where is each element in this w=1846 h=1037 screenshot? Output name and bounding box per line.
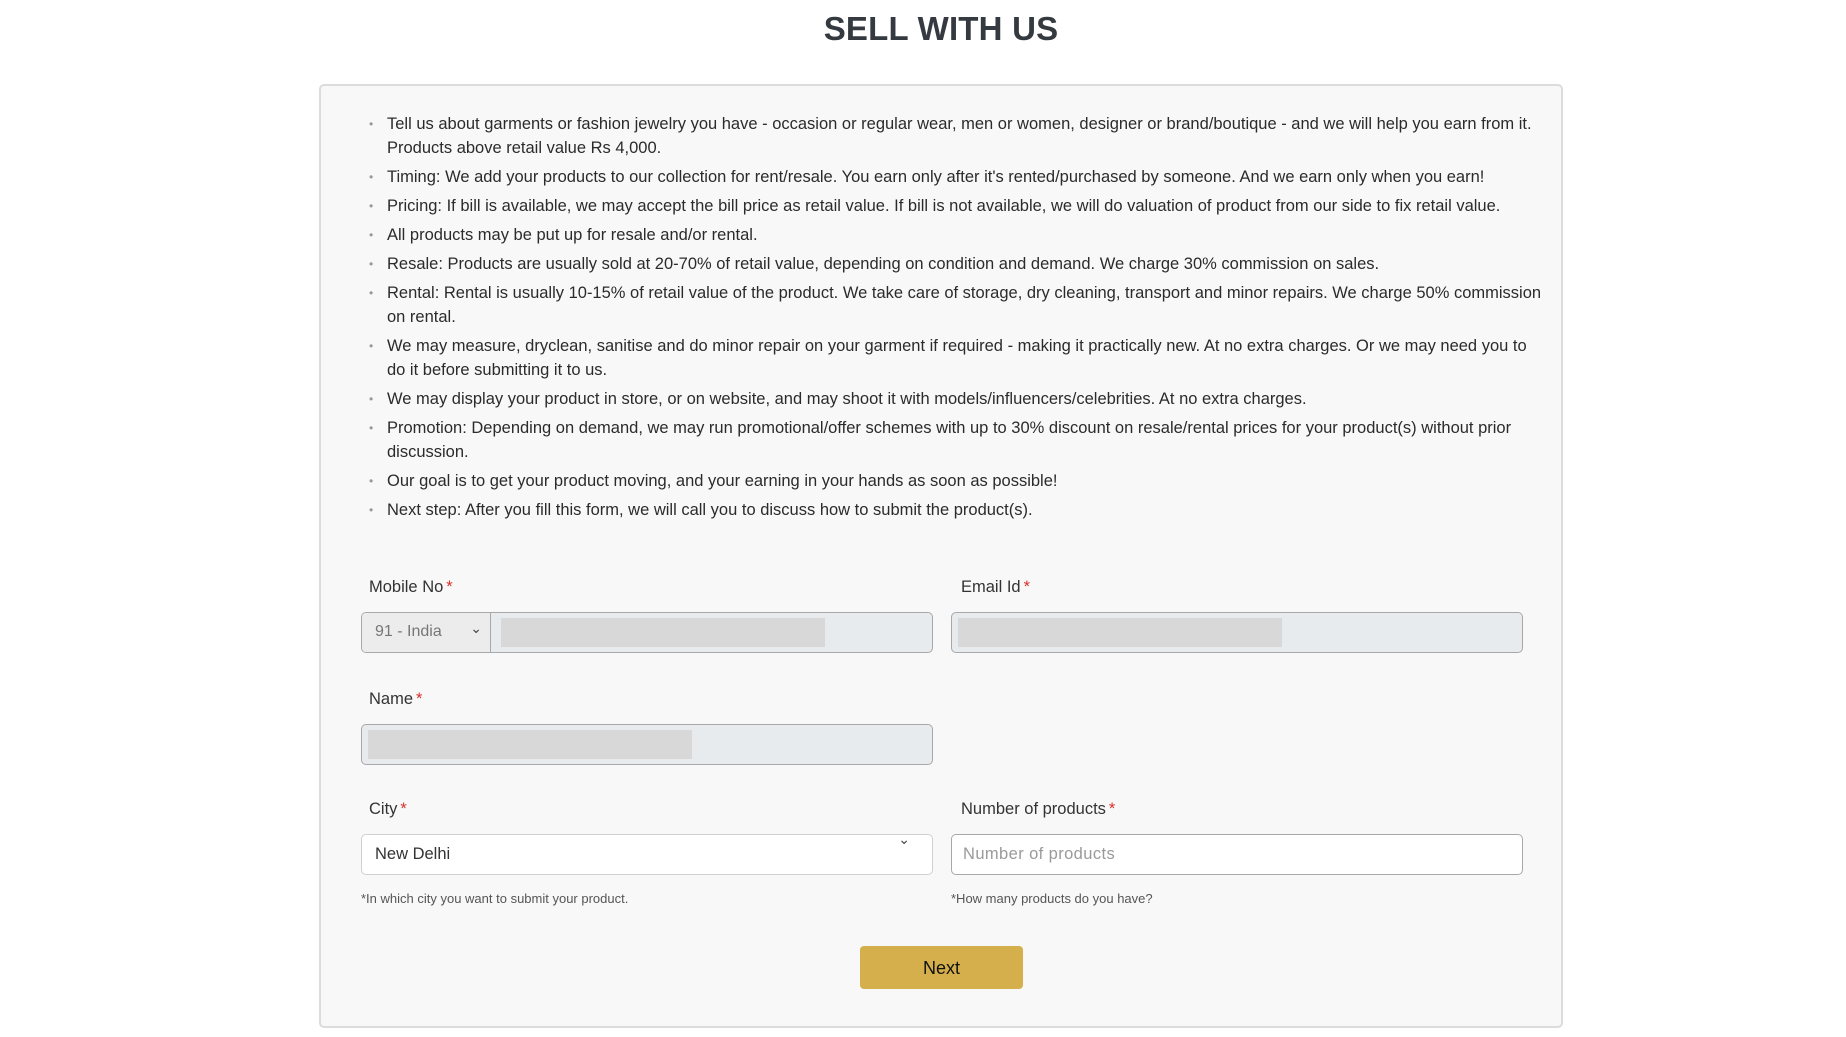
redacted-value (368, 730, 692, 759)
mobile-field: 91 - India ⌄ (361, 612, 933, 653)
email-label: Email Id * (961, 578, 1030, 597)
bullet-icon: • (369, 392, 374, 406)
info-text: We may measure, dryclean, sanitise and d… (387, 337, 1527, 379)
email-label-text: Email Id (961, 578, 1021, 596)
next-button[interactable]: Next (860, 946, 1023, 989)
info-list-item: • Promotion: Depending on demand, we may … (349, 416, 1549, 464)
info-text: Next step: After you fill this form, we … (387, 501, 1033, 519)
page-title: SELL WITH US (823, 10, 1059, 47)
products-input[interactable]: Number of products (951, 834, 1523, 875)
bullet-icon: • (369, 286, 374, 300)
country-code-select[interactable]: 91 - India ⌄ (362, 613, 491, 652)
mobile-label-text: Mobile No (369, 578, 444, 596)
info-list-item: • All products may be put up for resale a… (349, 223, 1549, 247)
name-label: Name * (369, 690, 422, 709)
bullet-icon: • (369, 339, 374, 353)
required-mark: * (446, 578, 453, 596)
info-text: Rental: Rental is usually 10-15% of reta… (387, 284, 1542, 326)
country-code-value: 91 - India (375, 623, 442, 640)
required-mark: * (400, 800, 407, 818)
info-list: • Tell us about garments or fashion jewel… (349, 112, 1549, 527)
bullet-icon: • (369, 117, 374, 131)
bullet-icon: • (369, 474, 374, 488)
info-text: Pricing: If bill is available, we may ac… (387, 197, 1501, 215)
products-label-text: Number of products (961, 800, 1106, 818)
info-text: We may display your product in store, or… (387, 390, 1307, 408)
sell-form-card: • Tell us about garments or fashion jewel… (319, 84, 1563, 1028)
info-list-item: • Resale: Products are usually sold at 20… (349, 252, 1549, 276)
city-select[interactable]: New Delhi ⌄ (361, 831, 933, 875)
info-text: Timing: We add your products to our coll… (387, 168, 1485, 186)
chevron-down-icon: ⌄ (898, 831, 910, 847)
bullet-icon: • (369, 503, 374, 517)
info-list-item: • Next step: After you fill this form, we… (349, 498, 1549, 522)
info-text: Our goal is to get your product moving, … (387, 472, 1058, 490)
info-text: Resale: Products are usually sold at 20-… (387, 255, 1380, 273)
required-mark: * (1023, 578, 1031, 596)
info-list-item: • We may display your product in store, o… (349, 387, 1549, 411)
mobile-label: Mobile No * (369, 578, 453, 597)
required-mark: * (1108, 800, 1116, 818)
city-label-text: City (369, 800, 398, 818)
info-list-item: • Rental: Rental is usually 10-15% of ret… (349, 281, 1549, 329)
info-list-item: • Tell us about garments or fashion jewel… (349, 112, 1549, 160)
bullet-icon: • (369, 421, 374, 435)
city-hint: *In which city you want to submit your p… (361, 891, 629, 906)
info-list-item: • Pricing: If bill is available, we may a… (349, 194, 1549, 218)
info-text: Promotion: Depending on demand, we may r… (387, 419, 1512, 461)
info-list-item: • Our goal is to get your product moving,… (349, 469, 1549, 493)
info-list-item: • We may measure, dryclean, sanitise and … (349, 334, 1549, 382)
name-input[interactable] (361, 724, 933, 765)
bullet-icon: • (369, 257, 374, 271)
info-text: All products may be put up for resale an… (387, 226, 758, 244)
city-value: New Delhi (375, 845, 451, 863)
mobile-input[interactable] (493, 613, 932, 652)
products-placeholder: Number of products (963, 845, 1116, 863)
name-label-text: Name (369, 690, 414, 708)
email-input[interactable] (951, 612, 1523, 653)
info-text: Tell us about garments or fashion jewelr… (387, 115, 1532, 157)
bullet-icon: • (369, 170, 374, 184)
products-label: Number of products * (961, 800, 1115, 819)
bullet-icon: • (369, 199, 374, 213)
redacted-value (958, 618, 1282, 647)
city-label: City * (369, 800, 407, 819)
redacted-value (501, 618, 825, 647)
required-mark: * (416, 690, 423, 708)
products-hint: *How many products do you have? (951, 891, 1153, 906)
info-list-item: • Timing: We add your products to our col… (349, 165, 1549, 189)
bullet-icon: • (369, 228, 374, 242)
chevron-down-icon: ⌄ (470, 620, 482, 636)
